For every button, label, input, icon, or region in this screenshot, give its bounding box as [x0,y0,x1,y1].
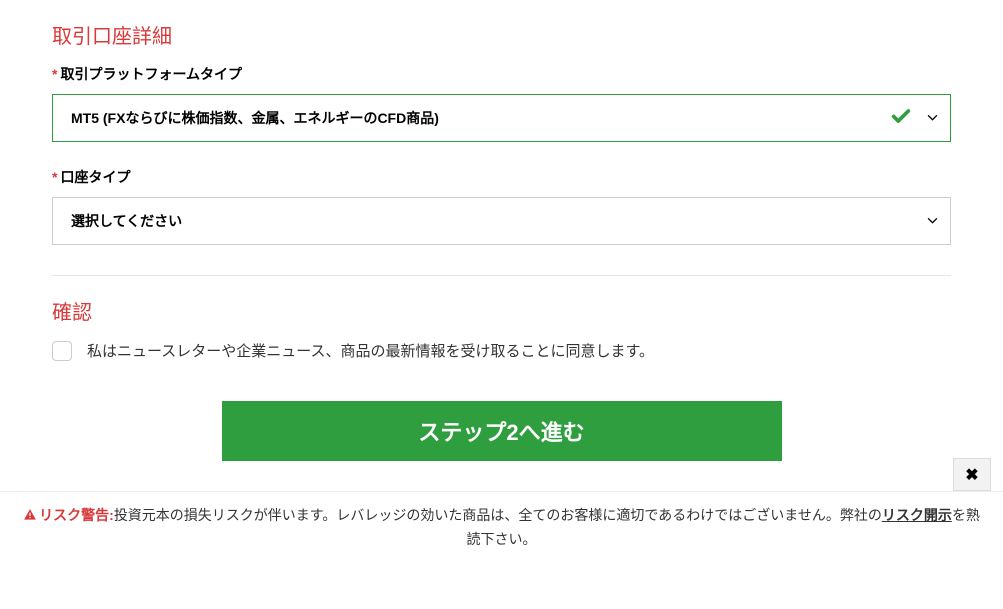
section-title-account-details: 取引口座詳細 [52,20,951,49]
select-platform-type[interactable]: MT5 (FXならびに株価指数、金属、エネルギーのCFD商品) [52,94,951,142]
label-platform-type-text: 取引プラットフォームタイプ [60,66,242,82]
chevron-down-icon [927,213,938,229]
next-step-button[interactable]: ステップ2へ進む [222,401,782,461]
chevron-down-icon [927,110,938,126]
risk-text-1: 投資元本の損失リスクが伴います。レバレッジの効いた商品は、全てのお客様に適切であ… [114,507,882,523]
field-account-type: *口座タイプ 選択してください [52,167,951,245]
select-account-placeholder: 選択してください [71,211,182,231]
risk-warning-banner: リスク警告:投資元本の損失リスクが伴います。レバレッジの効いた商品は、全てのお客… [0,491,1003,563]
risk-disclosure-link[interactable]: リスク開示 [882,507,952,523]
warning-icon [23,506,37,528]
required-mark: * [52,169,57,185]
newsletter-consent-row: 私はニュースレターや企業ニュース、商品の最新情報を受け取ることに同意します。 [52,340,951,361]
check-icon [890,106,912,131]
risk-label: リスク警告: [39,507,114,523]
close-button[interactable]: ✖ [953,458,991,491]
checkbox-newsletter-label: 私はニュースレターや企業ニュース、商品の最新情報を受け取ることに同意します。 [87,340,654,361]
divider [52,275,951,276]
label-account-type-text: 口座タイプ [60,169,130,185]
required-mark: * [52,66,57,82]
label-platform-type: *取引プラットフォームタイプ [52,64,951,84]
section-title-confirm: 確認 [52,296,951,325]
select-platform-value: MT5 (FXならびに株価指数、金属、エネルギーのCFD商品) [71,108,439,128]
select-account-type[interactable]: 選択してください [52,197,951,245]
field-platform-type: *取引プラットフォームタイプ MT5 (FXならびに株価指数、金属、エネルギーの… [52,64,951,142]
close-icon: ✖ [965,465,978,485]
checkbox-newsletter[interactable] [52,341,72,361]
label-account-type: *口座タイプ [52,167,951,187]
